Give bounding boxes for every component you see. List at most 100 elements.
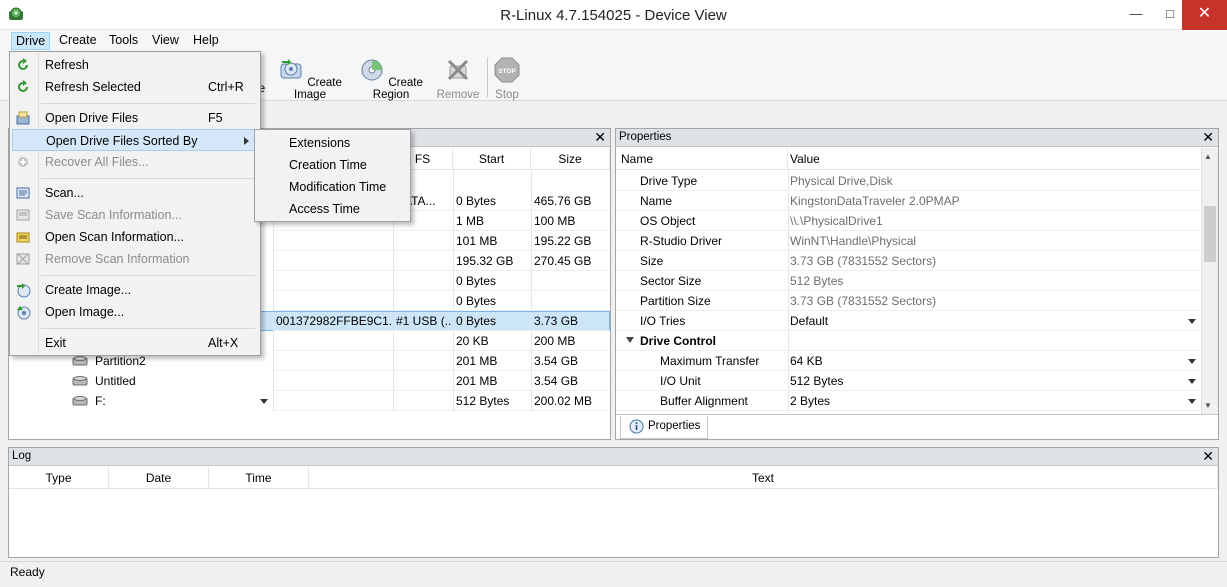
menu-item-label: Refresh Selected: [45, 80, 141, 94]
stop-label: Stop: [495, 89, 519, 101]
menu-item-refresh[interactable]: Refresh: [12, 54, 258, 76]
cell-start: 201 MB: [456, 374, 498, 388]
properties-panel-close-icon[interactable]: ✕: [1202, 129, 1214, 146]
status-text: Ready: [10, 565, 45, 579]
column-header-log-text[interactable]: Text: [309, 467, 1218, 489]
collapse-triangle-icon[interactable]: [626, 337, 634, 343]
stop-icon: STOP: [494, 57, 520, 83]
column-header-size[interactable]: Size: [531, 148, 610, 170]
grid-line: [273, 410, 610, 411]
properties-panel-title: Properties: [619, 131, 672, 143]
menu-drive[interactable]: Drive: [11, 32, 51, 50]
column-header-log-type[interactable]: Type: [9, 467, 109, 489]
menu-item-label: Remove Scan Information: [45, 252, 190, 266]
menu-item-save-scan-information[interactable]: Save Scan Information...: [12, 204, 258, 226]
menu-item-remove-scan-information[interactable]: Remove Scan Information: [12, 248, 258, 270]
scroll-down-icon[interactable]: ▼: [1204, 401, 1212, 410]
menu-item-open-image[interactable]: Open Image...: [12, 301, 258, 323]
window-title: R-Linux 4.7.154025 - Device View: [500, 7, 727, 24]
cell-name: F:: [95, 394, 106, 408]
menu-item-create-image[interactable]: Create Image...: [12, 279, 258, 301]
column-header-prop-value[interactable]: Value: [788, 148, 1218, 170]
column-header-prop-name[interactable]: Name: [616, 148, 788, 170]
property-value[interactable]: Default: [790, 311, 828, 331]
submenu-item-modification-time[interactable]: Modification Time: [257, 176, 407, 198]
cell-fs: [396, 371, 452, 391]
cell-id: [276, 371, 392, 391]
cell-start: 0 Bytes: [456, 194, 497, 208]
cell-start: 201 MB: [456, 354, 498, 368]
cell-id: [276, 331, 392, 351]
cell-start: 0 Bytes: [456, 294, 497, 308]
close-button[interactable]: ✕: [1182, 0, 1227, 30]
property-row[interactable]: [616, 371, 1200, 391]
property-row[interactable]: [616, 271, 1200, 291]
submenu-item-creation-time[interactable]: Creation Time: [257, 154, 407, 176]
property-value: \\.\PhysicalDrive1: [790, 214, 883, 228]
menu-tools[interactable]: Tools: [105, 32, 142, 50]
property-value[interactable]: 512 Bytes: [790, 371, 843, 391]
cell-size: 100 MB: [534, 214, 576, 228]
menu-item-shortcut: Ctrl+R: [208, 80, 244, 94]
title-bar: R-Linux 4.7.154025 - Device View — □ ✕: [0, 0, 1227, 30]
remove-button[interactable]: Remove: [434, 57, 482, 101]
menu-create[interactable]: Create: [55, 32, 101, 50]
menu-item-scan[interactable]: Scan...: [12, 182, 258, 204]
menu-item-label: Open Drive Files: [45, 111, 139, 125]
cell-start: 20 KB: [456, 334, 489, 348]
property-value[interactable]: 64 KB: [790, 351, 823, 371]
menu-item-label: Scan...: [45, 186, 84, 200]
refresh-icon: [18, 58, 28, 70]
menu-item-label: Save Scan Information...: [45, 208, 182, 222]
scrollbar-thumb[interactable]: [1204, 206, 1216, 262]
stop-button[interactable]: STOP Stop: [492, 57, 522, 101]
menu-item-open-drive-files[interactable]: Open Drive Files F5: [12, 107, 258, 129]
menu-item-open-drive-files-sorted-by[interactable]: Open Drive Files Sorted By: [12, 129, 258, 151]
properties-tab-icon: [629, 419, 644, 434]
scroll-up-icon[interactable]: ▲: [1204, 152, 1212, 161]
dropdown-arrow-icon[interactable]: [1188, 379, 1196, 384]
dropdown-arrow-icon[interactable]: [1188, 319, 1196, 324]
submenu-item-extensions[interactable]: Extensions: [257, 132, 407, 154]
cell-size: 195.22 GB: [534, 234, 592, 248]
menu-item-shortcut: Alt+X: [208, 336, 239, 350]
column-header-start[interactable]: Start: [453, 148, 531, 170]
column-header-log-time[interactable]: Time: [209, 467, 309, 489]
property-name: Drive Control: [640, 334, 717, 348]
cell-id: [276, 231, 392, 251]
property-row[interactable]: [616, 171, 1200, 191]
property-name: I/O Unit: [660, 374, 701, 388]
create-region-button[interactable]: Create Region: [353, 57, 429, 101]
menu-item-label: Open Image...: [45, 305, 125, 319]
property-value: 3.73 GB (7831552 Sectors): [790, 294, 937, 308]
menu-item-recover-all-files[interactable]: Recover All Files...: [12, 151, 258, 173]
cell-size: 3.54 GB: [534, 354, 579, 368]
menu-item-open-scan-information[interactable]: Open Scan Information...: [12, 226, 258, 248]
property-value[interactable]: 2 Bytes: [790, 391, 830, 411]
dropdown-arrow-icon[interactable]: [1188, 399, 1196, 404]
menu-item-exit[interactable]: Exit Alt+X: [12, 332, 258, 354]
property-row[interactable]: [616, 211, 1200, 231]
cell-start: 101 MB: [456, 234, 498, 248]
partition-icon: [72, 396, 88, 406]
menu-bar: Drive Create Tools View Help: [0, 30, 1227, 51]
dropdown-arrow-icon[interactable]: [1188, 359, 1196, 364]
property-row[interactable]: [616, 311, 1200, 331]
minimize-button[interactable]: —: [1120, 0, 1152, 30]
submenu-item-access-time[interactable]: Access Time: [257, 198, 407, 220]
sorted-by-submenu: Extensions Creation Time Modification Ti…: [254, 129, 411, 222]
column-header-log-date[interactable]: Date: [109, 467, 209, 489]
property-value: WinNT\Handle\Physical: [790, 234, 917, 248]
drives-panel-close-icon[interactable]: ✕: [594, 129, 606, 146]
cell-fs: [396, 331, 452, 351]
menu-help[interactable]: Help: [189, 32, 223, 50]
menu-view[interactable]: View: [148, 32, 183, 50]
create-image-button[interactable]: Create Image: [274, 57, 346, 101]
menu-item-shortcut: F5: [208, 111, 223, 125]
menu-item-refresh-selected[interactable]: Refresh Selected Ctrl+R: [12, 76, 258, 98]
cell-size: 3.54 GB: [534, 374, 579, 388]
properties-scrollbar[interactable]: ▲ ▼: [1201, 148, 1218, 414]
tab-properties[interactable]: Properties: [620, 416, 708, 439]
log-panel-close-icon[interactable]: ✕: [1202, 448, 1214, 465]
menu-item-label: Open Drive Files Sorted By: [46, 134, 198, 148]
